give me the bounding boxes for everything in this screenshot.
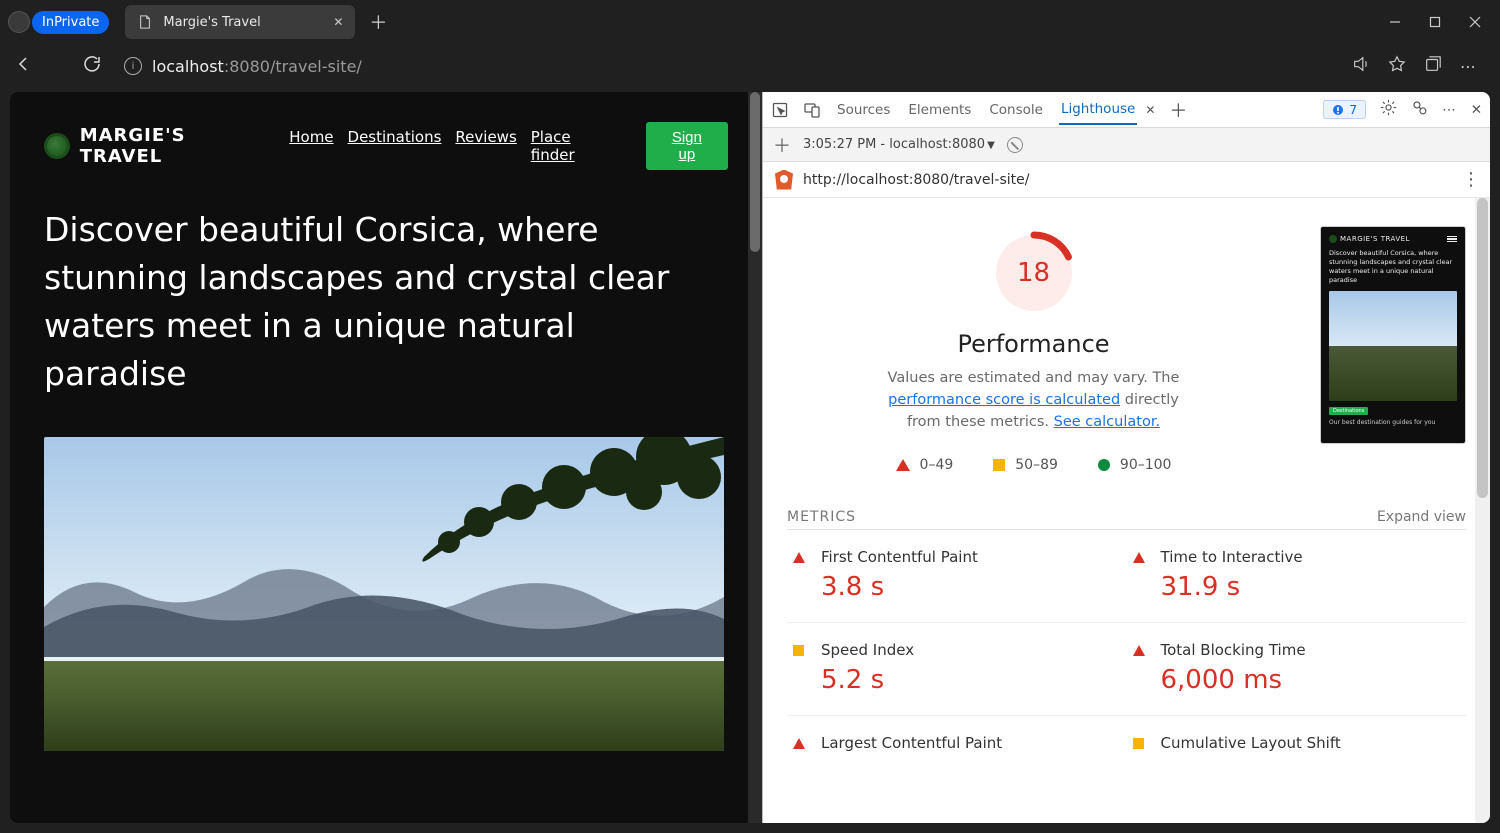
window-controls <box>1388 15 1492 29</box>
avg-icon <box>793 645 804 656</box>
devtools-tabbar: Sources Elements Console Lighthouse ✕ ＋ … <box>763 92 1490 128</box>
lighthouse-report: 18 Performance Values are estimated and … <box>763 198 1490 823</box>
new-report-button[interactable]: ＋ <box>773 132 791 158</box>
nav-placefinder[interactable]: Place finder <box>531 128 616 164</box>
browser-tab[interactable]: Margie's Travel ✕ <box>125 5 355 39</box>
site-header: MARGIE'S TRAVEL Home Destinations Review… <box>44 122 728 170</box>
page-scrollbar[interactable] <box>748 92 762 823</box>
close-icon[interactable]: ✕ <box>333 15 343 29</box>
score-value: 18 <box>991 230 1077 316</box>
tab-sources[interactable]: Sources <box>835 96 892 124</box>
clear-icon[interactable] <box>1007 137 1023 153</box>
lighthouse-icon <box>775 170 793 190</box>
file-icon <box>137 14 153 30</box>
nav-reviews[interactable]: Reviews <box>455 128 516 164</box>
report-url-row: http://localhost:8080/travel-site/ ⋮ <box>763 162 1490 198</box>
devtools-scrollbar[interactable] <box>1475 198 1490 823</box>
address-bar: i localhost:8080/travel-site/ ⋯ <box>0 44 1500 88</box>
lighthouse-toolbar: ＋ 3:05:27 PM - localhost:8080▼ <box>763 128 1490 162</box>
hero-heading: Discover beautiful Corsica, where stunni… <box>44 206 704 397</box>
score-description: Values are estimated and may vary. The p… <box>884 368 1184 433</box>
maximize-button[interactable] <box>1428 15 1442 29</box>
devtools-close-icon[interactable]: ✕ <box>1471 102 1482 118</box>
fail-icon <box>1133 552 1145 563</box>
site-nav: Home Destinations Reviews Place finder <box>289 128 615 164</box>
metric-tbt: Total Blocking Time6,000 ms <box>1127 623 1467 716</box>
tab-elements[interactable]: Elements <box>906 96 973 124</box>
tab-lighthouse[interactable]: Lighthouse <box>1059 95 1137 125</box>
fail-icon <box>793 552 805 563</box>
refresh-button[interactable] <box>82 55 102 77</box>
devtools-more-icon[interactable]: ⋯ <box>1442 102 1457 118</box>
activity-icon[interactable] <box>1411 99 1428 120</box>
minimize-button[interactable] <box>1388 15 1402 29</box>
avg-icon <box>1133 738 1144 749</box>
more-icon[interactable]: ⋯ <box>1460 57 1478 76</box>
performance-gauge: 18 <box>991 230 1077 316</box>
back-button[interactable] <box>14 55 34 77</box>
hero-image <box>44 437 724 751</box>
metric-si: Speed Index5.2 s <box>787 623 1127 716</box>
close-window-button[interactable] <box>1468 15 1482 29</box>
collections-icon[interactable] <box>1424 55 1442 77</box>
webpage: MARGIE'S TRAVEL Home Destinations Review… <box>10 92 762 823</box>
metric-tti: Time to Interactive31.9 s <box>1127 530 1467 623</box>
expand-view-button[interactable]: Expand view <box>1377 509 1466 525</box>
issues-count: 7 <box>1349 102 1357 117</box>
inprivate-label: InPrivate <box>42 15 99 30</box>
metrics-heading: METRICS <box>787 509 856 525</box>
score-legend: 0–49 50–89 90–100 <box>896 457 1172 473</box>
content-area: MARGIE'S TRAVEL Home Destinations Review… <box>10 92 1490 823</box>
favorites-icon[interactable] <box>1388 55 1406 77</box>
add-tab-button[interactable]: ＋ <box>1169 97 1187 123</box>
read-aloud-icon[interactable] <box>1352 55 1370 77</box>
nav-destinations[interactable]: Destinations <box>348 128 442 164</box>
see-calculator-link[interactable]: See calculator. <box>1054 414 1160 430</box>
url-text: localhost:8080/travel-site/ <box>152 57 362 76</box>
tab-close-icon[interactable]: ✕ <box>1145 103 1155 117</box>
legend-fail-icon <box>896 459 910 471</box>
hamburger-icon <box>1447 236 1457 243</box>
score-calc-link[interactable]: performance score is calculated <box>888 392 1120 408</box>
settings-icon[interactable] <box>1380 99 1397 120</box>
site-info-icon[interactable]: i <box>124 57 142 75</box>
inprivate-badge[interactable]: InPrivate <box>32 11 109 34</box>
report-url: http://localhost:8080/travel-site/ <box>803 172 1029 188</box>
metrics-grid: First Contentful Paint3.8 s Time to Inte… <box>787 529 1466 778</box>
browser-window: InPrivate Margie's Travel ✕ ＋ i localhos… <box>0 0 1500 833</box>
tab-title: Margie's Travel <box>163 15 323 30</box>
fail-icon <box>1133 645 1145 656</box>
new-tab-button[interactable]: ＋ <box>369 9 387 35</box>
report-menu-icon[interactable]: ⋮ <box>1462 169 1478 190</box>
score-category: Performance <box>957 330 1109 358</box>
inspect-icon[interactable] <box>771 102 789 118</box>
nav-home[interactable]: Home <box>289 128 333 164</box>
titlebar: InPrivate Margie's Travel ✕ ＋ <box>0 0 1500 44</box>
site-logo[interactable]: MARGIE'S TRAVEL <box>44 125 273 167</box>
legend-pass-icon <box>1098 459 1110 471</box>
metric-lcp: Largest Contentful Paint <box>787 716 1127 778</box>
devtools-panel: Sources Elements Console Lighthouse ✕ ＋ … <box>762 92 1490 823</box>
metric-cls: Cumulative Layout Shift <box>1127 716 1467 778</box>
issues-badge[interactable]: 7 <box>1323 100 1366 119</box>
fail-icon <box>793 738 805 749</box>
metric-fcp: First Contentful Paint3.8 s <box>787 530 1127 623</box>
legend-avg-icon <box>993 459 1005 471</box>
signup-button[interactable]: Sign up <box>646 122 728 170</box>
report-thumbnail: MARGIE'S TRAVEL Discover beautiful Corsi… <box>1320 226 1466 444</box>
globe-icon <box>44 133 70 159</box>
report-selector[interactable]: 3:05:27 PM - localhost:8080▼ <box>803 137 995 152</box>
url-field[interactable]: i localhost:8080/travel-site/ <box>116 51 1338 82</box>
brand-text: MARGIE'S TRAVEL <box>80 125 274 167</box>
tab-console[interactable]: Console <box>987 96 1045 124</box>
profile-avatar[interactable] <box>8 11 30 33</box>
device-icon[interactable] <box>803 102 821 118</box>
